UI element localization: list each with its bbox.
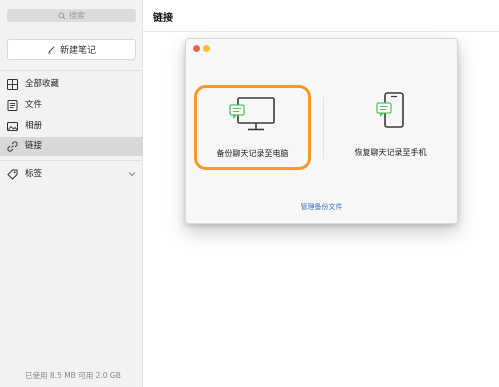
sidebar-item-links[interactable]: 链接 bbox=[0, 137, 143, 156]
new-note-label: 新建笔记 bbox=[59, 46, 96, 56]
search-icon bbox=[58, 11, 66, 20]
manage-backups-link[interactable]: 管理备份文件 bbox=[186, 202, 457, 212]
tag-icon bbox=[7, 169, 18, 180]
file-icon bbox=[7, 100, 18, 111]
sidebar: 搜索 新建笔记 全部收藏 文件 相册 链接 标签 已使用 8.5 MB 可用 2… bbox=[0, 0, 143, 387]
restore-to-phone-label: 恢复聊天记录至手机 bbox=[354, 148, 427, 157]
sidebar-item-all[interactable]: 全部收藏 bbox=[0, 75, 143, 94]
link-icon bbox=[7, 141, 18, 152]
grid-icon bbox=[7, 79, 18, 90]
sidebar-item-label: 相册 bbox=[25, 121, 43, 131]
chevron-down-icon[interactable] bbox=[128, 170, 136, 178]
new-note-button[interactable]: 新建笔记 bbox=[7, 39, 136, 60]
sidebar-item-album[interactable]: 相册 bbox=[0, 117, 143, 136]
sidebar-item-files[interactable]: 文件 bbox=[0, 96, 143, 115]
sidebar-item-label: 全部收藏 bbox=[25, 79, 60, 89]
backup-to-pc-option[interactable]: 备份聊天记录至电脑 bbox=[194, 85, 311, 170]
page-title: 链接 bbox=[153, 13, 173, 24]
sidebar-item-label: 链接 bbox=[25, 141, 43, 151]
restore-to-phone-option[interactable]: 恢复聊天记录至手机 bbox=[332, 85, 449, 170]
search-placeholder: 搜索 bbox=[69, 11, 85, 20]
pencil-icon bbox=[48, 46, 55, 54]
phone-chat-icon bbox=[375, 92, 404, 128]
options-divider bbox=[323, 97, 324, 159]
search-input[interactable]: 搜索 bbox=[7, 9, 136, 22]
minimize-button[interactable] bbox=[203, 45, 210, 52]
header-divider bbox=[143, 31, 499, 32]
storage-status: 已使用 8.5 MB 可用 2.0 GB bbox=[25, 371, 121, 380]
sidebar-divider bbox=[0, 160, 143, 161]
image-icon bbox=[7, 122, 18, 131]
sidebar-item-label: 文件 bbox=[25, 100, 43, 110]
computer-chat-icon bbox=[228, 97, 275, 131]
sidebar-item-label: 标签 bbox=[25, 169, 43, 179]
backup-to-pc-label: 备份聊天记录至电脑 bbox=[216, 149, 289, 158]
sidebar-divider bbox=[0, 70, 143, 71]
sidebar-item-tags[interactable]: 标签 bbox=[0, 165, 143, 184]
close-button[interactable] bbox=[193, 45, 200, 52]
backup-dialog: 备份聊天记录至电脑 恢复聊天记录至手机 管理备份文件 bbox=[185, 38, 458, 224]
